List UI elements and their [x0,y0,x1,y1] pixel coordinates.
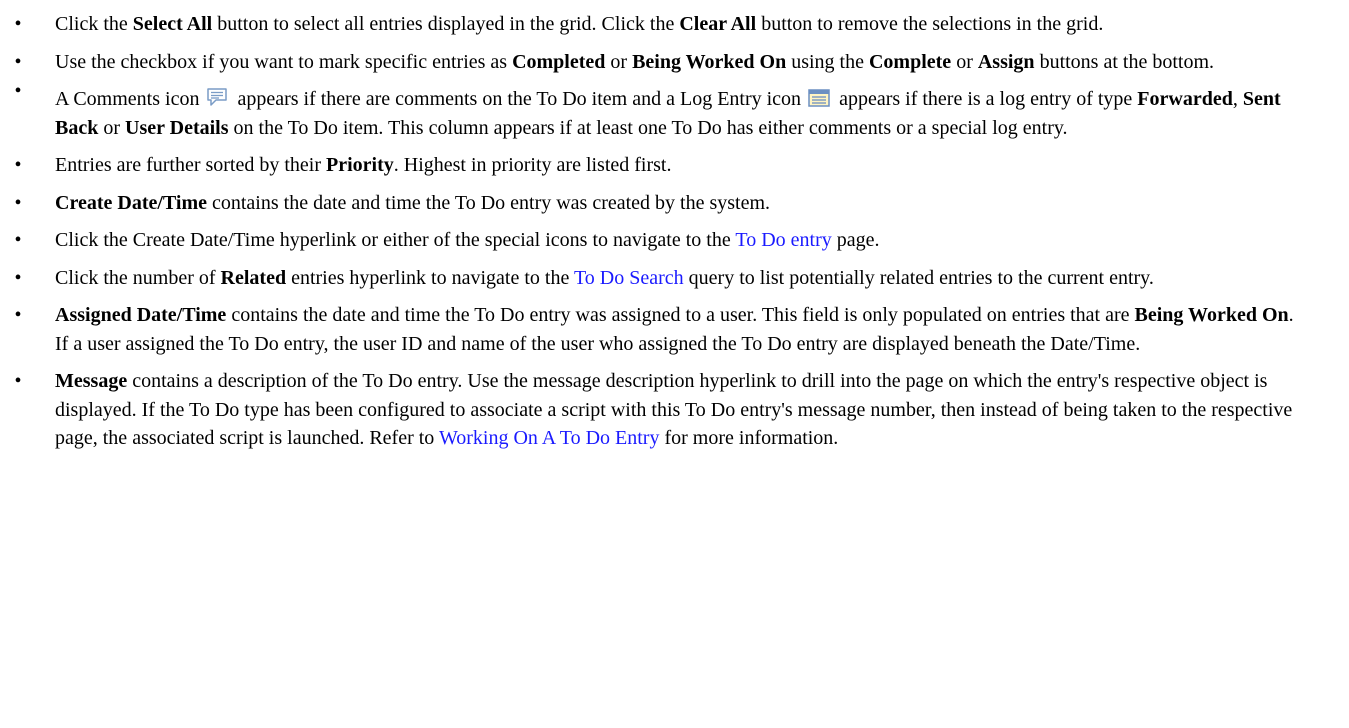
assign-term: Assign [977,50,1035,73]
bullet: • [14,229,22,251]
to-do-entry-link[interactable]: To Do entry [735,229,831,251]
create-date-time-term: Create Date/Time [55,191,207,214]
bullet: • [14,191,22,214]
bullet: • [14,50,22,73]
comments-icon [206,87,228,107]
list-item-select-clear: • Click the Select All button to select a… [12,10,1309,39]
bullet: • [14,80,22,102]
list-item-priority: • Entries are further sorted by their Pri… [12,151,1309,180]
forwarded-term: Forwarded [1137,88,1233,110]
list-item-special-icons: • A Comments icon appears if there are co… [12,80,1309,142]
clear-all-term: Clear All [679,13,757,35]
working-on-a-to-do-entry-link[interactable]: Working On A To Do Entry [439,427,660,449]
related-term: Related [220,266,287,289]
help-bullet-list: • Click the Select All button to select a… [12,10,1309,453]
list-item-checkbox: • Use the checkbox if you want to mark sp… [12,48,1309,77]
help-page: • Click the Select All button to select a… [0,0,1349,728]
being-worked-on-term: Being Worked On [1134,304,1289,326]
bullet: • [14,13,22,35]
log-entry-icon [808,89,830,107]
user-details-term: User Details [125,116,229,139]
message-term: Message [55,370,128,392]
list-item-message: • Message contains a description of the T… [12,367,1309,453]
bullet: • [14,154,22,176]
bullet: • [14,370,22,392]
completed-term: Completed [512,50,606,73]
list-item-related: • Click the number of Related entries hyp… [12,264,1309,293]
priority-term: Priority [326,154,394,176]
list-item-create-date: • Create Date/Time contains the date and … [12,189,1309,218]
assigned-date-time-term: Assigned Date/Time [55,304,227,326]
being-worked-on-term: Being Worked On [632,50,787,73]
select-all-term: Select All [132,13,213,35]
list-item-assigned-date: • Assigned Date/Time contains the date an… [12,301,1309,358]
complete-term: Complete [868,50,952,73]
bullet: • [14,266,22,289]
bullet: • [14,304,22,326]
to-do-search-link[interactable]: To Do Search [574,267,684,289]
list-item-navigate-entry: • Click the Create Date/Time hyperlink or… [12,226,1309,255]
